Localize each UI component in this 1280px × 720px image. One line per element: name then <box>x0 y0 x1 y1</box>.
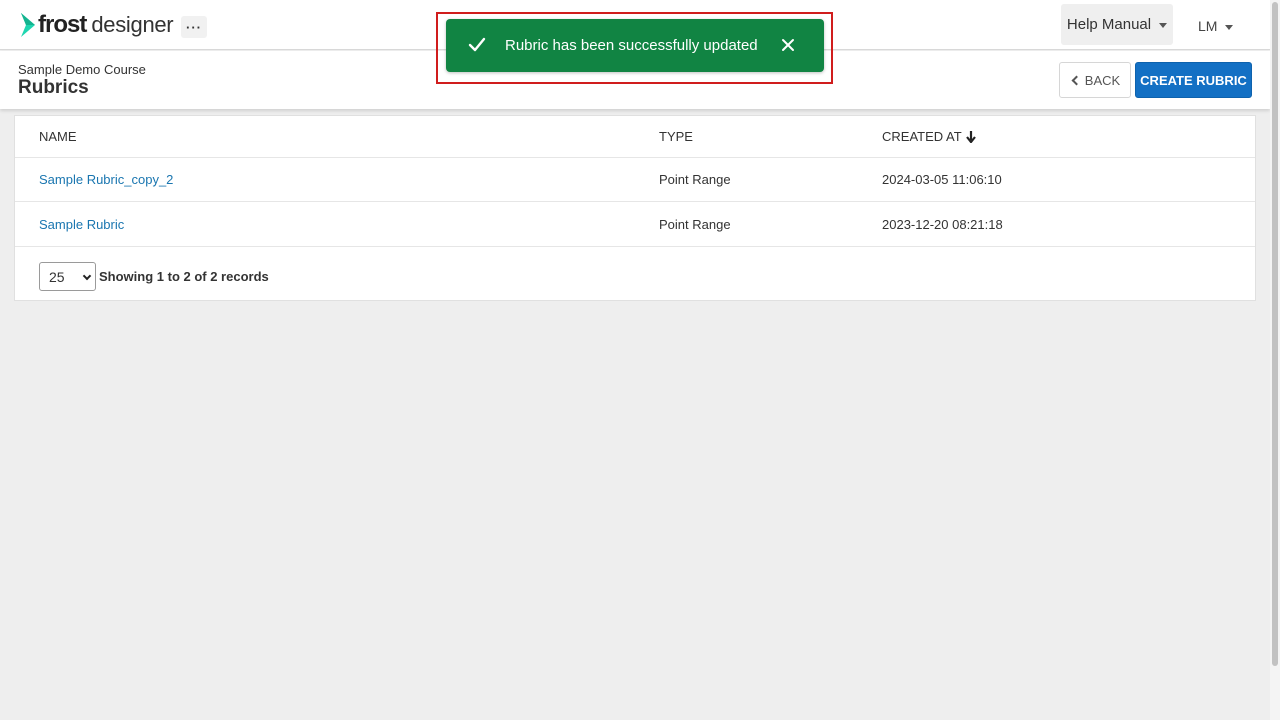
toast-message: Rubric has been successfully updated <box>505 37 758 54</box>
rubric-name-link[interactable]: Sample Rubric <box>39 202 124 246</box>
chevron-down-icon <box>82 271 92 281</box>
rubric-type: Point Range <box>659 216 731 232</box>
rubric-type: Point Range <box>659 172 731 187</box>
frost-designer-logo[interactable]: frost designer <box>20 11 174 39</box>
create-rubric-button[interactable]: CREATE RUBRIC <box>1135 62 1252 98</box>
logo-word-designer: designer <box>91 12 174 37</box>
rubrics-table: NAME TYPE CREATED AT Sample Rubric_copy_… <box>14 115 1256 301</box>
table-row: Sample Rubric_copy_2 Point Range 2024-03… <box>15 158 1255 202</box>
user-menu-dropdown[interactable]: LM <box>1198 14 1234 38</box>
table-header-row: NAME TYPE CREATED AT <box>15 116 1255 158</box>
page-size-select[interactable]: 25 <box>39 262 96 291</box>
rubric-created-at: 2023-12-20 08:21:18 <box>882 216 1003 232</box>
rubric-name-link[interactable]: Sample Rubric_copy_2 <box>39 158 173 201</box>
column-header-type[interactable]: TYPE <box>659 116 693 157</box>
table-footer: 25 Showing 1 to 2 of 2 records <box>39 262 269 291</box>
table-row: Sample Rubric Point Range 2023-12-20 08:… <box>15 202 1255 247</box>
back-button-label: BACK <box>1084 72 1121 88</box>
user-initials: LM <box>1198 18 1218 34</box>
close-icon[interactable] <box>781 38 795 52</box>
rubric-created-at: 2024-03-05 11:06:10 <box>882 172 1002 187</box>
chevron-left-icon <box>1071 75 1082 85</box>
back-button[interactable]: BACK <box>1059 62 1131 98</box>
logo-chevron-icon <box>21 13 35 37</box>
column-header-name[interactable]: NAME <box>39 116 77 157</box>
sort-descending-arrow-icon <box>965 130 976 143</box>
page-scrollbar[interactable] <box>1270 0 1280 720</box>
help-manual-label: Help Manual <box>1066 16 1152 33</box>
column-header-created-at[interactable]: CREATED AT <box>882 116 976 157</box>
page-size-value: 25 <box>49 268 65 285</box>
caret-down-icon <box>1225 24 1234 30</box>
check-icon <box>468 37 486 52</box>
success-toast: Rubric has been successfully updated <box>446 19 824 72</box>
course-name: Sample Demo Course <box>18 62 146 77</box>
records-count: Showing 1 to 2 of 2 records <box>99 269 269 284</box>
page-title: Rubrics <box>18 77 89 98</box>
more-options-button[interactable]: ··· <box>181 16 207 38</box>
caret-down-icon <box>1159 23 1168 28</box>
column-header-created-at-label: CREATED AT <box>882 129 962 144</box>
help-manual-dropdown[interactable]: Help Manual <box>1061 4 1173 45</box>
scrollbar-thumb[interactable] <box>1272 2 1278 666</box>
logo-word-frost: frost <box>38 11 87 38</box>
